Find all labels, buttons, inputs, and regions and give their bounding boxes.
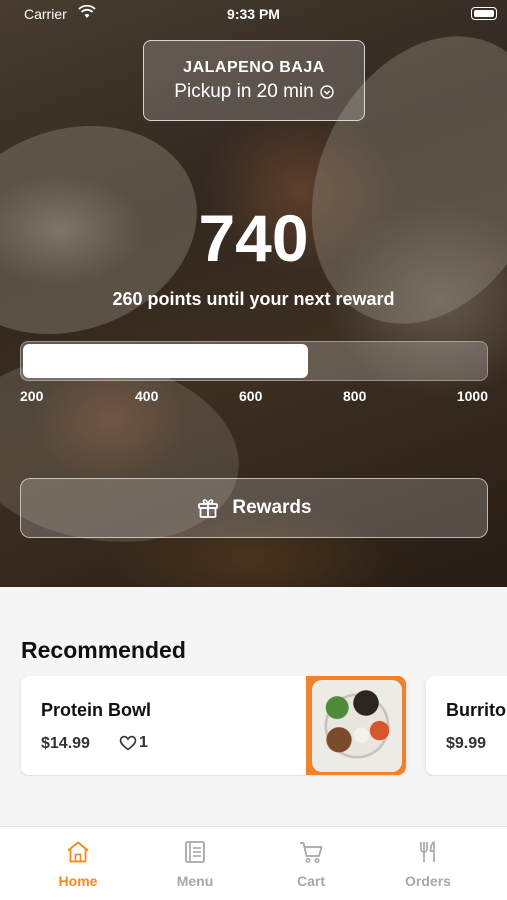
tab-home[interactable]: Home <box>28 839 128 889</box>
tab-bar: Home Menu Cart Orders <box>0 826 507 900</box>
progress-ticks: 200 400 600 800 1000 <box>20 388 488 406</box>
home-icon <box>67 841 89 863</box>
rewards-button-label: Rewards <box>232 497 312 518</box>
status-bar: Carrier 9:33 PM <box>0 0 507 28</box>
tab-menu[interactable]: Menu <box>145 839 245 889</box>
item-name: Protein Bowl <box>41 700 152 720</box>
recommended-heading: Recommended <box>21 637 186 663</box>
tab-orders[interactable]: Orders <box>378 839 478 889</box>
rewards-progress-bar <box>20 341 488 381</box>
recommended-card[interactable]: Burrito $9.99 <box>426 676 507 775</box>
tab-orders-label: Orders <box>405 873 451 889</box>
recommended-card[interactable]: Protein Bowl $14.99 1 <box>21 676 406 775</box>
pickup-eta: Pickup in 20 min <box>174 81 334 103</box>
recommended-carousel[interactable]: Protein Bowl $14.99 1 Burrito $9.99 <box>0 676 507 776</box>
fork-knife-icon <box>420 841 435 862</box>
gift-icon <box>198 499 219 518</box>
tab-cart-label: Cart <box>296 873 325 889</box>
menu-icon <box>185 841 205 863</box>
points-until-reward: 260 points until your next reward <box>112 289 395 309</box>
status-time: 9:33 PM <box>227 6 280 22</box>
cart-icon <box>300 842 323 864</box>
tab-home-label: Home <box>58 873 98 889</box>
points-balance: 740 <box>198 201 309 275</box>
tick-label: 400 <box>135 388 159 404</box>
item-price: $9.99 <box>446 735 487 752</box>
rewards-progress-fill <box>23 344 308 378</box>
battery-icon <box>471 7 497 20</box>
item-price: $14.99 <box>41 735 90 752</box>
tab-menu-label: Menu <box>176 873 214 889</box>
rewards-button[interactable]: Rewards <box>20 478 488 538</box>
tick-label: 600 <box>239 388 263 404</box>
like-count-value: 1 <box>139 734 148 751</box>
tab-cart[interactable]: Cart <box>261 839 361 889</box>
pickup-eta-text: Pickup in 20 min <box>174 81 314 102</box>
tick-label: 800 <box>343 388 367 404</box>
chevron-down-circle-icon <box>320 85 334 99</box>
tick-label: 200 <box>20 388 44 404</box>
restaurant-name: JALAPENO BAJA <box>183 59 325 76</box>
protein-bowl-image <box>306 676 406 775</box>
like-count[interactable]: 1 <box>119 734 148 752</box>
bowl-photo <box>312 680 402 772</box>
item-name: Burrito <box>446 700 506 720</box>
tick-label: 1000 <box>456 388 488 404</box>
location-selector[interactable]: JALAPENO BAJA Pickup in 20 min <box>143 40 365 121</box>
heart-icon <box>119 735 137 751</box>
hero-banner: Carrier 9:33 PM JALAPENO BAJA Pickup in … <box>0 0 507 587</box>
